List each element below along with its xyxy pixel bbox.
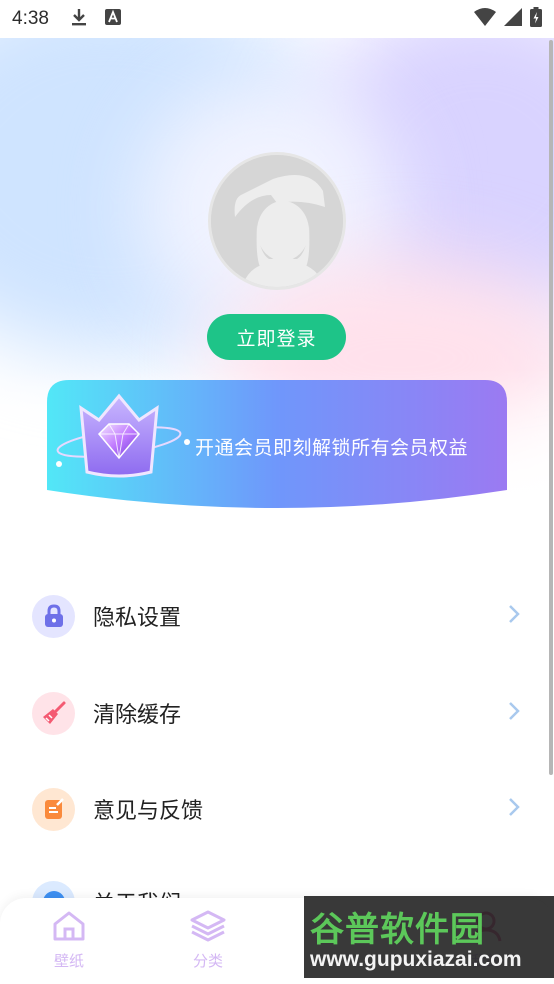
nav-label: 分类	[192, 952, 223, 970]
a-notification-icon	[104, 9, 121, 29]
watermark: 谷普软件园 www.gupuxiazai.com	[304, 896, 554, 978]
menu-item-feedback[interactable]: 意见与反馈	[0, 773, 554, 845]
watermark-main: 谷普软件园	[310, 910, 485, 950]
signal-icon	[504, 8, 522, 30]
avatar[interactable]	[208, 152, 346, 290]
nav-item-category[interactable]: 分类	[168, 910, 248, 971]
menu-label: 意见与反馈	[93, 799, 204, 824]
status-icons-right	[474, 7, 542, 31]
download-icon	[71, 8, 87, 30]
wifi-icon	[474, 8, 496, 30]
status-time: 4:38	[12, 8, 49, 29]
watermark-url: www.gupuxiazai.com	[310, 948, 522, 971]
chevron-right-icon	[508, 701, 520, 725]
edit-note-icon	[32, 787, 75, 831]
chevron-right-icon	[508, 797, 520, 821]
default-avatar-icon	[211, 155, 343, 287]
status-bar: 4:38	[0, 0, 554, 38]
vip-banner-text: 开通会员即刻解锁所有会员权益	[195, 437, 469, 459]
menu-label: 隐私设置	[93, 606, 182, 631]
menu-label: 清除缓存	[93, 703, 182, 728]
login-button[interactable]: 立即登录	[207, 314, 346, 360]
scrollbar[interactable]	[549, 40, 553, 775]
battery-icon	[530, 7, 542, 31]
home-icon	[51, 910, 87, 946]
chevron-right-icon	[508, 604, 520, 628]
broom-icon	[32, 691, 75, 735]
status-icons-left	[71, 8, 121, 30]
nav-label: 壁纸	[53, 952, 84, 970]
nav-item-wallpaper[interactable]: 壁纸	[29, 910, 109, 971]
lock-icon	[32, 594, 75, 638]
layers-icon	[189, 910, 227, 946]
menu-item-privacy[interactable]: 隐私设置	[0, 580, 554, 652]
menu-item-clear-cache[interactable]: 清除缓存	[0, 677, 554, 749]
